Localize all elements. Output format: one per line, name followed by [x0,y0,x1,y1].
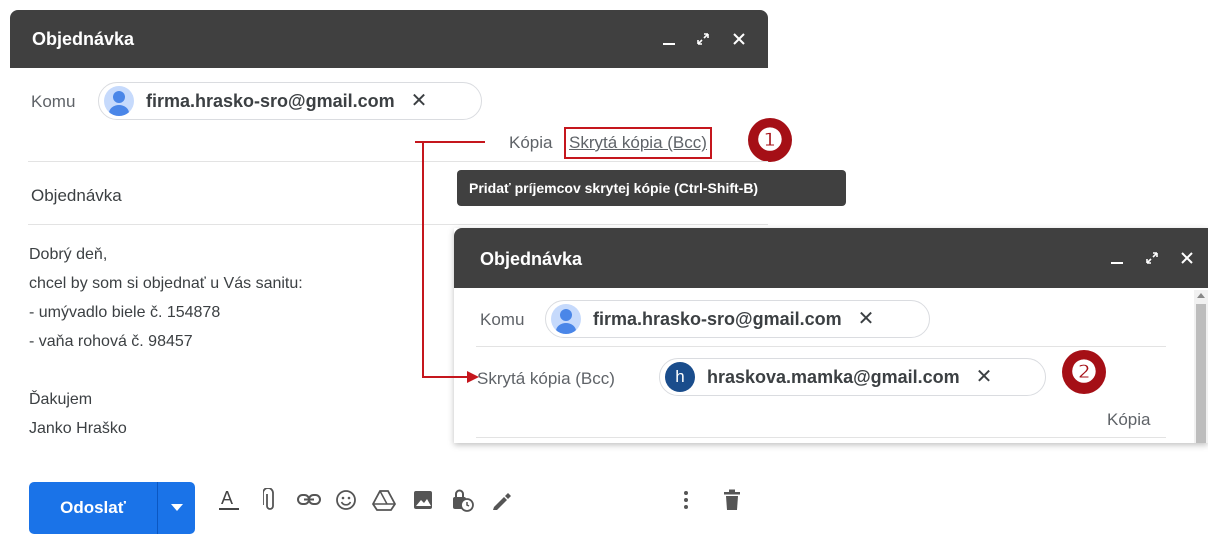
body-line: Janko Hraško [29,420,127,437]
link-icon[interactable] [296,487,322,513]
expand-icon[interactable] [690,10,716,68]
confidential-mode-icon[interactable] [449,487,475,513]
minimize-icon[interactable] [656,10,682,68]
send-divider [157,482,158,534]
recipient-email: firma.hrasko-sro@gmail.com [146,90,395,111]
callout-2-badge: ❷ [1062,350,1106,394]
photo-icon[interactable] [410,487,436,513]
body-line: - vaňa rohová č. 98457 [29,333,193,350]
recipient-email: hraskova.mamka@gmail.com [707,366,960,387]
callout-1-badge: ❶ [748,118,792,162]
to-label: Komu [31,92,76,111]
remove-recipient-icon[interactable]: ✕ [411,91,428,111]
send-button-group: Odoslať [29,482,195,534]
expand-icon[interactable] [1139,228,1165,288]
body-line: - umývadlo biele č. 154878 [29,304,221,321]
message-body[interactable]: Dobrý deň, chcel by som si objednať u Vá… [29,240,303,443]
compose-titlebar: Objednávka [10,10,768,68]
to-label: Komu [480,310,525,329]
bcc-label: Skrytá kópia (Bcc) [477,369,615,388]
divider [28,161,768,162]
recipient-chip[interactable]: firma.hrasko-sro@gmail.com ✕ [545,300,930,338]
avatar [104,86,134,116]
emoji-icon[interactable] [333,487,359,513]
avatar: h [665,362,695,392]
tooltip-text: Pridať príjemcov skrytej kópie (Ctrl-Shi… [469,180,759,196]
recipient-email: firma.hrasko-sro@gmail.com [593,308,842,329]
chevron-down-icon [171,504,183,511]
bcc-link[interactable]: Skrytá kópia (Bcc) [564,127,712,159]
remove-recipient-icon[interactable]: ✕ [976,367,993,387]
signature-icon[interactable] [488,487,514,513]
remove-recipient-icon[interactable]: ✕ [858,309,875,329]
subject-field[interactable]: Objednávka [31,186,122,206]
svg-text:A: A [221,488,233,508]
drive-icon[interactable] [371,487,397,513]
callout-arrow [415,141,485,383]
scrollbar-track[interactable] [1194,290,1208,443]
compose-title: Objednávka [480,249,583,269]
cc-link[interactable]: Kópia [1107,410,1150,430]
more-options-icon[interactable] [673,487,699,513]
scroll-up-arrow[interactable] [1197,293,1205,298]
attach-icon[interactable] [257,487,283,513]
text-format-icon[interactable]: A [216,487,242,513]
divider [476,437,1166,438]
minimize-icon[interactable] [1104,228,1130,288]
recipient-chip[interactable]: firma.hrasko-sro@gmail.com ✕ [98,82,482,120]
send-button[interactable]: Odoslať [29,482,157,534]
cc-link[interactable]: Kópia [509,133,552,153]
close-icon[interactable] [726,10,752,68]
body-line: Ďakujem [29,391,93,408]
avatar [551,304,581,334]
compose-title: Objednávka [32,29,135,49]
schedule-send-dropdown[interactable] [159,482,195,534]
body-line: Dobrý deň, [29,246,108,263]
bcc-recipient-chip[interactable]: h hraskova.mamka@gmail.com ✕ [659,358,1046,396]
bcc-tooltip: Pridať príjemcov skrytej kópie (Ctrl-Shi… [457,170,846,206]
divider [28,224,768,225]
divider [476,346,1166,347]
scrollbar-thumb[interactable] [1196,304,1206,443]
body-line: chcel by som si objednať u Vás sanitu: [29,275,303,292]
close-icon[interactable] [1174,228,1200,288]
compose-titlebar: Objednávka [454,228,1208,288]
avatar-letter: h [675,367,685,386]
trash-icon[interactable] [719,487,745,513]
